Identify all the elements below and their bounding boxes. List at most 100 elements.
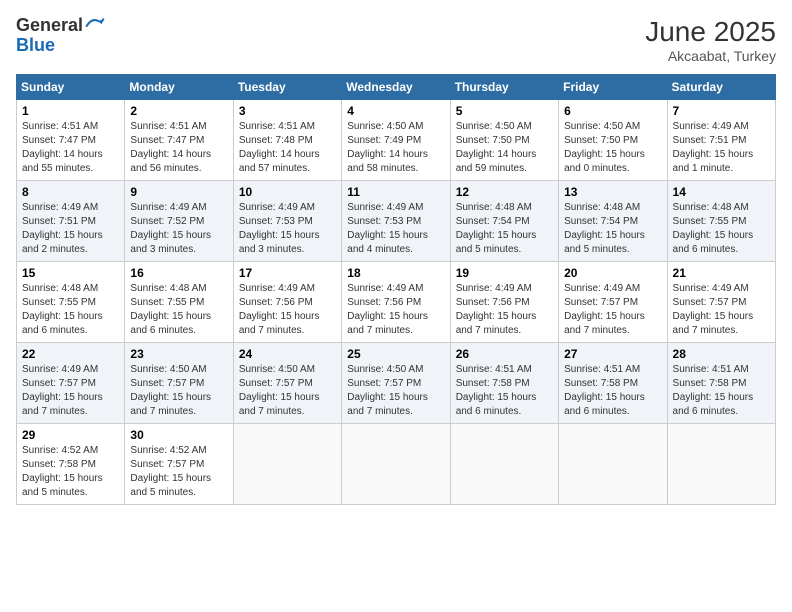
header: General Blue June 2025 Akcaabat, Turkey: [16, 16, 776, 64]
day-number: 20: [564, 266, 661, 280]
calendar-cell: 3Sunrise: 4:51 AMSunset: 7:48 PMDaylight…: [233, 100, 341, 181]
calendar-week-2: 8 Sunrise: 4:49 AMSunset: 7:51 PMDaylight…: [17, 181, 776, 262]
calendar-header-friday: Friday: [559, 75, 667, 100]
calendar-header-saturday: Saturday: [667, 75, 775, 100]
day-info: Sunrise: 4:51 AMSunset: 7:47 PMDaylight:…: [130, 120, 227, 176]
calendar-header-thursday: Thursday: [450, 75, 558, 100]
calendar-cell: 16 Sunrise: 4:48 AMSunset: 7:55 PMDayligh…: [125, 262, 233, 343]
day-number: 8: [22, 185, 119, 199]
day-info: Sunrise: 4:48 AMSunset: 7:55 PMDaylight:…: [22, 282, 119, 338]
calendar-cell: 15 Sunrise: 4:48 AMSunset: 7:55 PMDayligh…: [17, 262, 125, 343]
location-title: Akcaabat, Turkey: [645, 48, 776, 64]
day-info: Sunrise: 4:51 AMSunset: 7:58 PMDaylight:…: [456, 363, 553, 419]
calendar-cell: 24 Sunrise: 4:50 AMSunset: 7:57 PMDayligh…: [233, 343, 341, 424]
day-info: Sunrise: 4:51 AMSunset: 7:48 PMDaylight:…: [239, 120, 336, 176]
calendar-cell: 9Sunrise: 4:49 AMSunset: 7:52 PMDaylight…: [125, 181, 233, 262]
calendar-cell: 25 Sunrise: 4:50 AMSunset: 7:57 PMDayligh…: [342, 343, 450, 424]
calendar-cell: [559, 424, 667, 505]
calendar-cell: 19 Sunrise: 4:49 AMSunset: 7:56 PMDayligh…: [450, 262, 558, 343]
calendar-cell: [342, 424, 450, 505]
day-number: 11: [347, 185, 444, 199]
day-info: Sunrise: 4:48 AMSunset: 7:55 PMDaylight:…: [130, 282, 227, 338]
calendar-header-sunday: Sunday: [17, 75, 125, 100]
day-number: 24: [239, 347, 336, 361]
day-number: 14: [673, 185, 770, 199]
day-info: Sunrise: 4:50 AMSunset: 7:50 PMDaylight:…: [564, 120, 661, 176]
day-number: 10: [239, 185, 336, 199]
logo: General Blue: [16, 16, 105, 56]
title-area: June 2025 Akcaabat, Turkey: [645, 16, 776, 64]
calendar-cell: 22Sunrise: 4:49 AMSunset: 7:57 PMDayligh…: [17, 343, 125, 424]
day-info: Sunrise: 4:48 AMSunset: 7:54 PMDaylight:…: [564, 201, 661, 257]
day-info: Sunrise: 4:51 AMSunset: 7:47 PMDaylight:…: [22, 120, 119, 176]
day-info: Sunrise: 4:49 AMSunset: 7:56 PMDaylight:…: [239, 282, 336, 338]
calendar-cell: 27 Sunrise: 4:51 AMSunset: 7:58 PMDayligh…: [559, 343, 667, 424]
calendar-week-1: 1 Sunrise: 4:51 AMSunset: 7:47 PMDaylight…: [17, 100, 776, 181]
day-number: 19: [456, 266, 553, 280]
calendar-cell: 23 Sunrise: 4:50 AMSunset: 7:57 PMDayligh…: [125, 343, 233, 424]
day-info: Sunrise: 4:49 AMSunset: 7:53 PMDaylight:…: [239, 201, 336, 257]
day-number: 30: [130, 428, 227, 442]
logo-general: General: [16, 16, 83, 36]
day-number: 26: [456, 347, 553, 361]
calendar-cell: 20 Sunrise: 4:49 AMSunset: 7:57 PMDayligh…: [559, 262, 667, 343]
day-number: 17: [239, 266, 336, 280]
day-number: 2: [130, 104, 227, 118]
calendar-cell: [450, 424, 558, 505]
calendar-cell: 7 Sunrise: 4:49 AMSunset: 7:51 PMDaylight…: [667, 100, 775, 181]
calendar-cell: [233, 424, 341, 505]
calendar-header-tuesday: Tuesday: [233, 75, 341, 100]
day-info: Sunrise: 4:51 AMSunset: 7:58 PMDaylight:…: [673, 363, 770, 419]
day-info: Sunrise: 4:51 AMSunset: 7:58 PMDaylight:…: [564, 363, 661, 419]
calendar-cell: 1 Sunrise: 4:51 AMSunset: 7:47 PMDaylight…: [17, 100, 125, 181]
day-info: Sunrise: 4:52 AMSunset: 7:57 PMDaylight:…: [130, 444, 227, 500]
day-number: 27: [564, 347, 661, 361]
calendar-header-monday: Monday: [125, 75, 233, 100]
day-number: 23: [130, 347, 227, 361]
day-number: 22: [22, 347, 119, 361]
calendar-table: SundayMondayTuesdayWednesdayThursdayFrid…: [16, 74, 776, 505]
calendar-cell: 2 Sunrise: 4:51 AMSunset: 7:47 PMDaylight…: [125, 100, 233, 181]
day-number: 25: [347, 347, 444, 361]
logo-blue: Blue: [16, 36, 105, 56]
calendar-cell: 17 Sunrise: 4:49 AMSunset: 7:56 PMDayligh…: [233, 262, 341, 343]
calendar-week-5: 29Sunrise: 4:52 AMSunset: 7:58 PMDayligh…: [17, 424, 776, 505]
day-number: 16: [130, 266, 227, 280]
calendar-cell: 30 Sunrise: 4:52 AMSunset: 7:57 PMDayligh…: [125, 424, 233, 505]
day-info: Sunrise: 4:48 AMSunset: 7:55 PMDaylight:…: [673, 201, 770, 257]
day-info: Sunrise: 4:50 AMSunset: 7:57 PMDaylight:…: [347, 363, 444, 419]
day-number: 13: [564, 185, 661, 199]
day-info: Sunrise: 4:49 AMSunset: 7:51 PMDaylight:…: [673, 120, 770, 176]
calendar-cell: 28 Sunrise: 4:51 AMSunset: 7:58 PMDayligh…: [667, 343, 775, 424]
day-info: Sunrise: 4:50 AMSunset: 7:57 PMDaylight:…: [130, 363, 227, 419]
day-info: Sunrise: 4:49 AMSunset: 7:56 PMDaylight:…: [347, 282, 444, 338]
calendar-cell: 29Sunrise: 4:52 AMSunset: 7:58 PMDayligh…: [17, 424, 125, 505]
day-number: 4: [347, 104, 444, 118]
calendar-cell: 14 Sunrise: 4:48 AMSunset: 7:55 PMDayligh…: [667, 181, 775, 262]
day-info: Sunrise: 4:49 AMSunset: 7:51 PMDaylight:…: [22, 201, 119, 257]
calendar-cell: 10 Sunrise: 4:49 AMSunset: 7:53 PMDayligh…: [233, 181, 341, 262]
day-info: Sunrise: 4:50 AMSunset: 7:49 PMDaylight:…: [347, 120, 444, 176]
day-info: Sunrise: 4:50 AMSunset: 7:57 PMDaylight:…: [239, 363, 336, 419]
calendar-cell: 21Sunrise: 4:49 AMSunset: 7:57 PMDayligh…: [667, 262, 775, 343]
calendar-header-row: SundayMondayTuesdayWednesdayThursdayFrid…: [17, 75, 776, 100]
calendar-cell: [667, 424, 775, 505]
calendar-cell: 8 Sunrise: 4:49 AMSunset: 7:51 PMDaylight…: [17, 181, 125, 262]
day-number: 15: [22, 266, 119, 280]
day-number: 1: [22, 104, 119, 118]
calendar-week-3: 15 Sunrise: 4:48 AMSunset: 7:55 PMDayligh…: [17, 262, 776, 343]
month-title: June 2025: [645, 16, 776, 48]
day-number: 12: [456, 185, 553, 199]
day-info: Sunrise: 4:49 AMSunset: 7:56 PMDaylight:…: [456, 282, 553, 338]
calendar-week-4: 22Sunrise: 4:49 AMSunset: 7:57 PMDayligh…: [17, 343, 776, 424]
calendar-cell: 6Sunrise: 4:50 AMSunset: 7:50 PMDaylight…: [559, 100, 667, 181]
calendar-cell: 13 Sunrise: 4:48 AMSunset: 7:54 PMDayligh…: [559, 181, 667, 262]
calendar-cell: 11Sunrise: 4:49 AMSunset: 7:53 PMDayligh…: [342, 181, 450, 262]
day-number: 9: [130, 185, 227, 199]
day-info: Sunrise: 4:48 AMSunset: 7:54 PMDaylight:…: [456, 201, 553, 257]
day-info: Sunrise: 4:49 AMSunset: 7:57 PMDaylight:…: [564, 282, 661, 338]
logo-icon: [85, 16, 105, 36]
day-info: Sunrise: 4:52 AMSunset: 7:58 PMDaylight:…: [22, 444, 119, 500]
day-number: 28: [673, 347, 770, 361]
day-number: 7: [673, 104, 770, 118]
